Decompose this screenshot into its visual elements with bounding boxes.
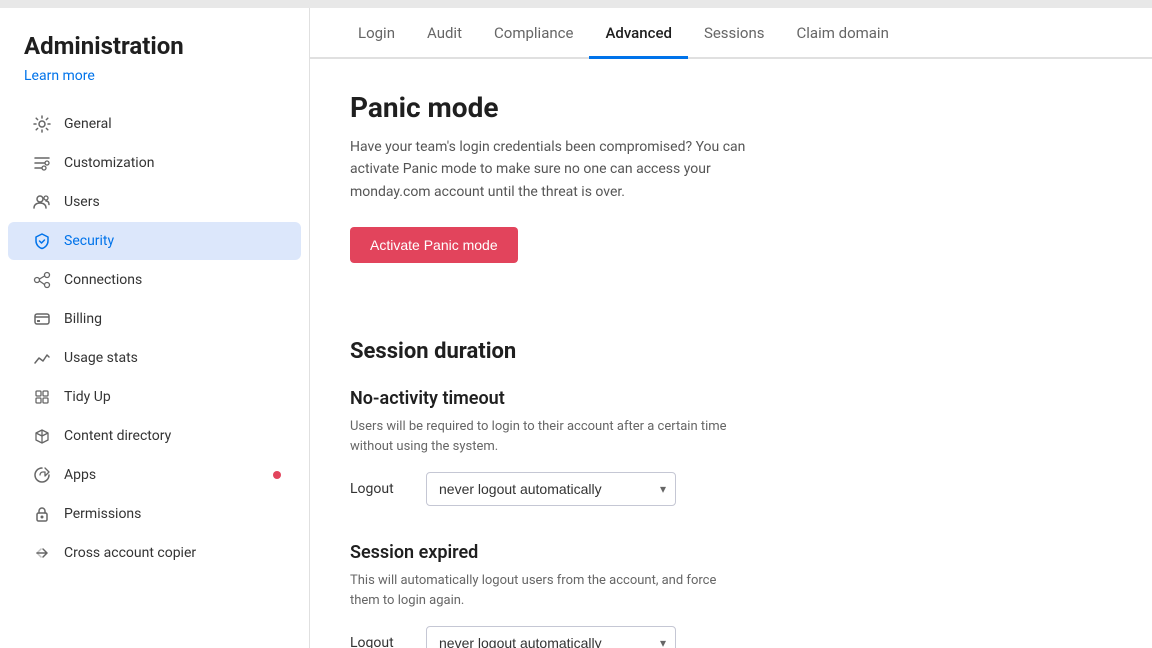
sidebar-item-permissions[interactable]: Permissions xyxy=(8,495,301,533)
session-duration-title: Session duration xyxy=(350,339,1030,364)
billing-icon xyxy=(32,309,52,329)
sidebar-item-users[interactable]: Users xyxy=(8,183,301,221)
tidy-up-icon xyxy=(32,387,52,407)
tab-audit[interactable]: Audit xyxy=(411,8,478,59)
sidebar-label-customization: Customization xyxy=(64,155,277,171)
session-duration-section: Session duration No-activity timeout Use… xyxy=(350,339,1030,648)
session-expired-title: Session expired xyxy=(350,542,1030,563)
sidebar-item-billing[interactable]: Billing xyxy=(8,300,301,338)
session-expired-section: Session expired This will automatically … xyxy=(350,542,1030,648)
no-activity-timeout-title: No-activity timeout xyxy=(350,388,1030,409)
sidebar-label-cross-account-copier: Cross account copier xyxy=(64,545,277,561)
tab-claim-domain[interactable]: Claim domain xyxy=(781,8,905,59)
sidebar-label-billing: Billing xyxy=(64,311,277,327)
sidebar-item-content-directory[interactable]: Content directory xyxy=(8,417,301,455)
tab-sessions[interactable]: Sessions xyxy=(688,8,781,59)
learn-more-link[interactable]: Learn more xyxy=(0,68,309,104)
sidebar-label-connections: Connections xyxy=(64,272,277,288)
no-activity-timeout-description: Users will be required to login to their… xyxy=(350,417,730,456)
sidebar-item-security[interactable]: Security xyxy=(8,222,301,260)
main-content: Login Audit Compliance Advanced Sessions… xyxy=(310,8,1152,648)
no-activity-logout-select[interactable]: never logout automatically 30 minutes 1 … xyxy=(426,472,676,506)
apps-badge xyxy=(273,471,281,479)
general-icon xyxy=(32,114,52,134)
session-expired-field-row: Logout never logout automatically 1 day … xyxy=(350,626,1030,648)
sidebar-label-content-directory: Content directory xyxy=(64,428,277,444)
sidebar-item-connections[interactable]: Connections xyxy=(8,261,301,299)
no-activity-timeout-section: No-activity timeout Users will be requir… xyxy=(350,388,1030,506)
tab-advanced[interactable]: Advanced xyxy=(589,8,687,59)
cross-account-icon xyxy=(32,543,52,563)
sidebar-item-tidy-up[interactable]: Tidy Up xyxy=(8,378,301,416)
content-directory-icon xyxy=(32,426,52,446)
usage-stats-icon xyxy=(32,348,52,368)
panic-mode-section: Panic mode Have your team's login creden… xyxy=(350,91,1030,303)
sidebar-label-security: Security xyxy=(64,233,277,249)
sidebar-label-tidy-up: Tidy Up xyxy=(64,389,277,405)
tabs-bar: Login Audit Compliance Advanced Sessions… xyxy=(310,8,1152,59)
security-icon xyxy=(32,231,52,251)
sidebar-title: Administration xyxy=(0,32,309,68)
tab-compliance[interactable]: Compliance xyxy=(478,8,589,59)
session-expired-description: This will automatically logout users fro… xyxy=(350,571,730,610)
sidebar-item-customization[interactable]: Customization xyxy=(8,144,301,182)
users-icon xyxy=(32,192,52,212)
session-expired-logout-label: Logout xyxy=(350,635,410,648)
panic-mode-title: Panic mode xyxy=(350,91,1030,124)
apps-icon xyxy=(32,465,52,485)
activate-panic-mode-button[interactable]: Activate Panic mode xyxy=(350,227,518,263)
sidebar-item-general[interactable]: General xyxy=(8,105,301,143)
sidebar-label-apps: Apps xyxy=(64,467,277,483)
sidebar-label-usage-stats: Usage stats xyxy=(64,350,277,366)
session-expired-select-wrapper: never logout automatically 1 day 7 days … xyxy=(426,626,676,648)
sidebar-item-cross-account-copier[interactable]: Cross account copier xyxy=(8,534,301,572)
sidebar: Administration Learn more General Cust xyxy=(0,8,310,648)
sidebar-item-usage-stats[interactable]: Usage stats xyxy=(8,339,301,377)
page-body: Panic mode Have your team's login creden… xyxy=(310,59,1070,648)
sidebar-label-permissions: Permissions xyxy=(64,506,277,522)
no-activity-field-row: Logout never logout automatically 30 min… xyxy=(350,472,1030,506)
customization-icon xyxy=(32,153,52,173)
tab-login[interactable]: Login xyxy=(342,8,411,59)
session-expired-logout-select[interactable]: never logout automatically 1 day 7 days … xyxy=(426,626,676,648)
no-activity-select-wrapper: never logout automatically 30 minutes 1 … xyxy=(426,472,676,506)
connections-icon xyxy=(32,270,52,290)
panic-mode-description: Have your team's login credentials been … xyxy=(350,136,770,203)
permissions-icon xyxy=(32,504,52,524)
no-activity-logout-label: Logout xyxy=(350,481,410,497)
sidebar-item-apps[interactable]: Apps xyxy=(8,456,301,494)
sidebar-label-users: Users xyxy=(64,194,277,210)
sidebar-label-general: General xyxy=(64,116,277,132)
